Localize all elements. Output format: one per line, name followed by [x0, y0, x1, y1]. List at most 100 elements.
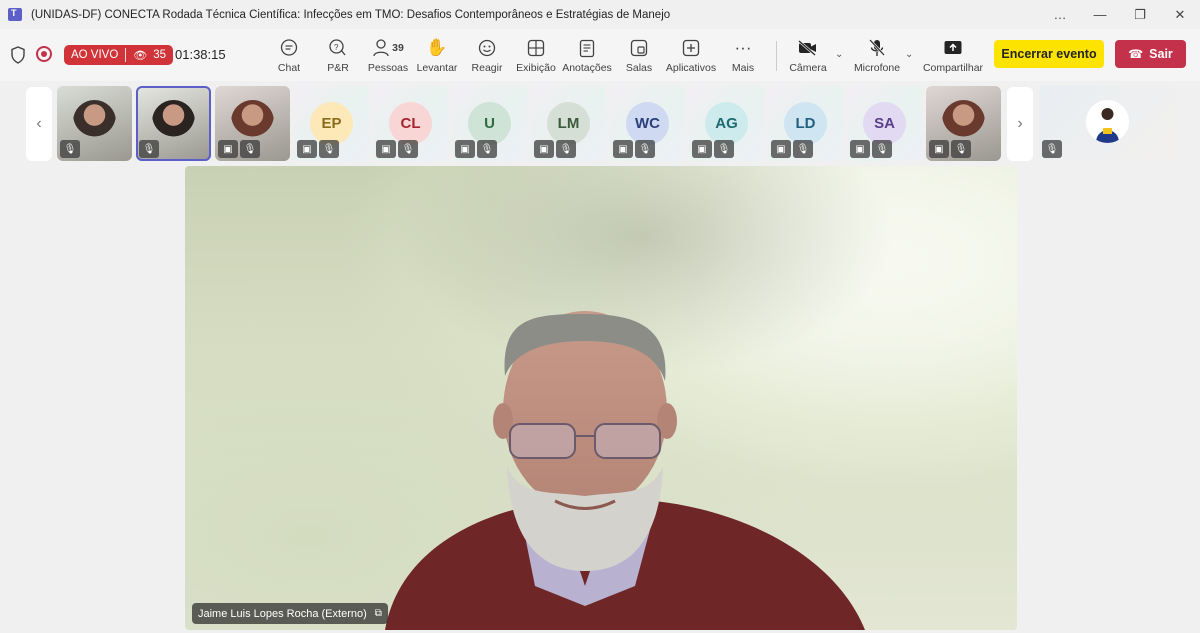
grid-view-icon	[527, 37, 545, 59]
camera-off-icon: ▣	[297, 140, 317, 158]
camera-button[interactable]: Câmera	[780, 37, 836, 74]
restore-button[interactable]: ❐	[1120, 0, 1160, 29]
mic-off-icon: 🎙	[556, 140, 576, 158]
mic-off-icon: 🎙	[872, 140, 892, 158]
participant-tile[interactable]: LM ▣ 🎙	[531, 86, 606, 161]
window-controls: … — ❐ ✕	[1040, 0, 1200, 29]
camera-off-icon: ▣	[455, 140, 475, 158]
avatar-initials: LD	[784, 102, 827, 145]
avatar	[73, 100, 116, 143]
live-badge[interactable]: AO VIVO 👁 35	[64, 45, 174, 65]
tile-status-badges: ▣ 🎙	[534, 140, 576, 158]
camera-options-chevron-icon[interactable]: ⌄	[835, 49, 843, 60]
notes-button[interactable]: Anotações	[559, 37, 615, 74]
chat-button[interactable]: Chat	[261, 37, 317, 74]
mic-off-icon: 🎙	[951, 140, 971, 158]
mic-off-icon: 🎙	[635, 140, 655, 158]
share-label: Compartilhar	[922, 62, 984, 74]
raise-hand-label: Levantar	[416, 62, 458, 74]
mic-off-icon: 🎙	[139, 140, 159, 158]
more-button[interactable]: ··· Mais	[715, 37, 771, 74]
close-button[interactable]: ✕	[1160, 0, 1200, 29]
tile-status-badges: ▣ 🎙	[929, 140, 971, 158]
leave-button[interactable]: ☎ Sair	[1115, 40, 1186, 68]
raise-hand-button[interactable]: ✋ Levantar	[409, 37, 465, 74]
qa-label: P&R	[327, 62, 349, 74]
avatar	[1086, 100, 1129, 143]
camera-off-icon: ▣	[692, 140, 712, 158]
title-bar: (UNIDAS-DF) CONECTA Rodada Técnica Cient…	[0, 0, 1200, 29]
mic-off-icon	[868, 37, 886, 59]
people-label: Pessoas	[367, 62, 409, 74]
participant-tile[interactable]: ▣ 🎙	[926, 86, 1001, 161]
window-title: (UNIDAS-DF) CONECTA Rodada Técnica Cient…	[31, 8, 671, 21]
camera-off-icon: ▣	[613, 140, 633, 158]
participant-tile[interactable]: WC ▣ 🎙	[610, 86, 685, 161]
camera-off-icon: ▣	[929, 140, 949, 158]
tile-status-badges: ▣ 🎙	[692, 140, 734, 158]
avatar-initials: WC	[626, 102, 669, 145]
speaker-name: Jaime Luis Lopes Rocha (Externo)	[198, 607, 367, 620]
speaker-name-label: Jaime Luis Lopes Rocha (Externo) ⧉	[192, 603, 388, 624]
qa-button[interactable]: ? P&R	[310, 37, 366, 74]
shield-icon[interactable]	[10, 46, 26, 64]
chevron-right-icon: ›	[1017, 115, 1023, 132]
people-count: 39	[392, 42, 404, 54]
end-event-button[interactable]: Encerrar evento	[994, 40, 1104, 68]
camera-off-icon: ▣	[376, 140, 396, 158]
avatar	[942, 100, 985, 143]
camera-off-icon: ▣	[771, 140, 791, 158]
avatar-initials: CL	[389, 102, 432, 145]
microphone-button[interactable]: Microfone	[849, 37, 905, 74]
camera-off-icon: ▣	[534, 140, 554, 158]
participant-tile[interactable]: CL ▣ 🎙	[373, 86, 448, 161]
meeting-timer: 01:38:15	[175, 47, 226, 62]
participant-tile[interactable]: ▣ 🎙	[215, 86, 290, 161]
tile-status-badges: ▣ 🎙	[297, 140, 339, 158]
share-button[interactable]: Compartilhar	[922, 37, 984, 74]
meeting-toolbar: AO VIVO 👁 35 01:38:15 Chat ? P&R 39 Pess…	[0, 29, 1200, 81]
mic-off-icon: 🎙	[398, 140, 418, 158]
avatar	[231, 100, 274, 143]
participant-tile[interactable]: LD ▣ 🎙	[768, 86, 843, 161]
strip-prev-button[interactable]: ‹	[26, 87, 52, 161]
rooms-button[interactable]: Salas	[611, 37, 667, 74]
viewer-count: 35	[153, 49, 167, 61]
add-app-icon	[682, 37, 700, 59]
leave-label: Sair	[1149, 47, 1173, 61]
people-button[interactable]: 39 Pessoas	[360, 37, 416, 74]
live-label: AO VIVO	[71, 49, 119, 61]
tile-status-badges: 🎙	[1042, 140, 1062, 158]
participant-tile-self[interactable]: 🎙	[1039, 86, 1176, 161]
chevron-left-icon: ‹	[36, 115, 42, 132]
main-video[interactable]	[185, 166, 1017, 630]
pin-icon[interactable]: ⧉	[375, 608, 382, 619]
participant-tile[interactable]: SA ▣ 🎙	[847, 86, 922, 161]
more-options-icon[interactable]: …	[1040, 0, 1080, 29]
participant-tile[interactable]: AG ▣ 🎙	[689, 86, 764, 161]
people-icon: 39	[372, 37, 404, 59]
ellipsis-icon: ···	[734, 38, 752, 57]
participant-tile[interactable]: 🎙	[57, 86, 132, 161]
tile-status-badges: 🎙	[60, 140, 80, 158]
phone-hangup-icon: ☎	[1128, 47, 1144, 61]
participant-tile[interactable]: U ▣ 🎙	[452, 86, 527, 161]
mic-options-chevron-icon[interactable]: ⌄	[905, 49, 913, 60]
view-button[interactable]: Exibição	[508, 37, 564, 74]
avatar-initials: U	[468, 102, 511, 145]
participant-tile[interactable]: 🎙	[136, 86, 211, 161]
apps-button[interactable]: Aplicativos	[663, 37, 719, 74]
speaker-video-frame	[185, 166, 1017, 630]
microphone-label: Microfone	[853, 62, 901, 74]
tile-status-badges: ▣ 🎙	[376, 140, 418, 158]
participant-tile[interactable]: EP ▣ 🎙	[294, 86, 369, 161]
minimize-button[interactable]: —	[1080, 0, 1120, 29]
react-button[interactable]: Reagir	[459, 37, 515, 74]
share-screen-icon	[943, 37, 963, 59]
mic-off-icon: 🎙	[477, 140, 497, 158]
strip-next-button[interactable]: ›	[1007, 87, 1033, 161]
chat-icon	[279, 37, 299, 59]
avatar	[152, 100, 195, 143]
toolbar-divider	[776, 41, 777, 71]
avatar-initials: SA	[863, 102, 906, 145]
